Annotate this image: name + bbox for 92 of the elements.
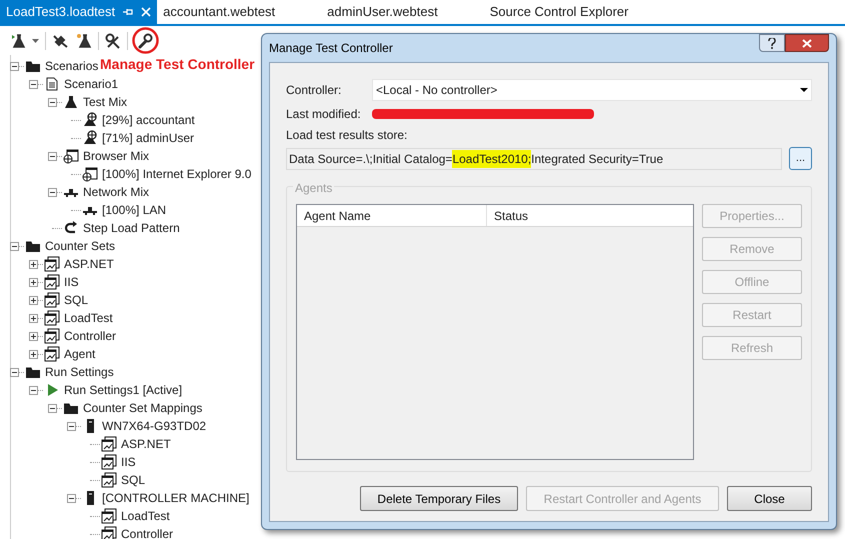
tree-item[interactable]: LoadTest bbox=[64, 309, 113, 327]
tree-item[interactable]: Scenarios bbox=[45, 57, 98, 75]
tree-item[interactable]: Run Settings1 [Active] bbox=[64, 381, 182, 399]
chart-window-icon bbox=[44, 328, 60, 344]
field-label: Last modified: bbox=[286, 106, 362, 123]
tree-item[interactable]: LoadTest bbox=[121, 507, 170, 525]
browser-window-icon bbox=[63, 148, 79, 164]
help-button[interactable] bbox=[759, 34, 785, 52]
chart-window-icon bbox=[44, 274, 60, 290]
chart-window-icon bbox=[44, 310, 60, 326]
expand-toggle[interactable] bbox=[29, 260, 38, 268]
tree-item[interactable]: [100%] Internet Explorer 9.0 bbox=[102, 165, 252, 183]
chart-window-icon bbox=[101, 436, 117, 452]
controller-dropdown[interactable]: <Local - No controller> bbox=[372, 79, 812, 101]
tree-item[interactable]: Agent bbox=[64, 345, 96, 363]
collapse-toggle[interactable] bbox=[48, 152, 57, 160]
close-icon[interactable] bbox=[141, 7, 152, 17]
dialog-button[interactable]: Delete Temporary Files bbox=[360, 486, 518, 511]
browse-button[interactable]: ... bbox=[789, 147, 812, 170]
close-button[interactable] bbox=[785, 34, 829, 52]
collapse-toggle[interactable] bbox=[48, 404, 57, 412]
tree-item[interactable]: Controller bbox=[64, 327, 116, 345]
tree-item[interactable]: Network Mix bbox=[83, 183, 150, 201]
dialog-button[interactable]: Close bbox=[727, 486, 812, 511]
tree-item[interactable]: Counter Set Mappings bbox=[83, 399, 202, 417]
pin-icon[interactable] bbox=[123, 8, 134, 16]
dropdown-caret-icon bbox=[800, 88, 808, 92]
chart-window-icon bbox=[44, 256, 60, 272]
help-icon bbox=[768, 38, 776, 48]
dialog-title: Manage Test Controller bbox=[269, 40, 393, 57]
results-store-field[interactable]: Data Source=.\;Initial Catalog=LoadTest2010;Integrated Security=True bbox=[286, 148, 782, 170]
flask-run-icon[interactable] bbox=[10, 32, 26, 48]
tree-item[interactable]: WN7X64-G93TD02 bbox=[102, 417, 206, 435]
tree-item[interactable]: SQL bbox=[121, 471, 146, 489]
expand-toggle[interactable] bbox=[29, 314, 38, 322]
collapse-toggle[interactable] bbox=[10, 368, 19, 376]
chart-window-icon bbox=[44, 346, 60, 362]
chart-window-icon bbox=[101, 526, 117, 539]
collapse-toggle[interactable] bbox=[67, 494, 76, 502]
flask-icon bbox=[63, 94, 79, 110]
tree-item[interactable]: Counter Sets bbox=[45, 237, 116, 255]
tree-item[interactable]: IIS bbox=[64, 273, 79, 291]
tree-item[interactable]: [29%] accountant bbox=[102, 111, 195, 129]
expand-toggle[interactable] bbox=[29, 278, 38, 286]
annotation-circle bbox=[132, 26, 159, 54]
tree-item[interactable]: Controller bbox=[121, 525, 174, 539]
document-tab[interactable]: LoadTest3.loadtest bbox=[0, 0, 158, 24]
tree-item[interactable]: Browser Mix bbox=[83, 147, 150, 165]
tree-item[interactable]: ASP.NET bbox=[121, 435, 171, 453]
column-header[interactable]: Agent Name bbox=[297, 205, 487, 226]
dropdown-caret-icon[interactable] bbox=[32, 38, 39, 42]
expand-toggle[interactable] bbox=[29, 296, 38, 304]
tree-item[interactable]: Step Load Pattern bbox=[83, 219, 180, 237]
tool-icon[interactable] bbox=[105, 32, 121, 48]
chart-window-icon bbox=[101, 454, 117, 470]
collapse-toggle[interactable] bbox=[29, 80, 38, 88]
document-tab[interactable]: accountant.webtest bbox=[157, 0, 282, 24]
chart-window-icon bbox=[101, 472, 117, 488]
tree-item[interactable]: ASP.NET bbox=[64, 255, 114, 273]
tree-item[interactable]: [100%] LAN bbox=[102, 201, 166, 219]
globe-test-icon bbox=[82, 112, 98, 128]
tool-icon[interactable] bbox=[52, 32, 70, 48]
field-label: Controller: bbox=[286, 82, 342, 99]
tree-item[interactable]: Test Mix bbox=[83, 93, 128, 111]
close-icon bbox=[802, 38, 812, 48]
tree-item[interactable]: Run Settings bbox=[45, 363, 114, 381]
expand-toggle[interactable] bbox=[29, 332, 38, 340]
curved-arrow-icon bbox=[63, 220, 79, 236]
annotation-text: Manage Test Controller bbox=[100, 55, 255, 74]
tree-item[interactable]: [CONTROLLER MACHINE] bbox=[102, 489, 250, 507]
browser-window-icon bbox=[82, 166, 98, 182]
chart-window-icon bbox=[101, 508, 117, 524]
collapse-toggle[interactable] bbox=[48, 98, 57, 106]
tree-item[interactable]: SQL bbox=[64, 291, 88, 309]
collapse-toggle[interactable] bbox=[29, 386, 38, 394]
collapse-toggle[interactable] bbox=[67, 422, 76, 430]
wrench-icon[interactable] bbox=[137, 32, 153, 48]
tree-item[interactable]: [71%] adminUser bbox=[102, 129, 194, 147]
document-tab[interactable]: Source Control Explorer bbox=[484, 0, 634, 24]
column-header[interactable]: Status bbox=[487, 205, 693, 226]
globe-test-icon bbox=[82, 130, 98, 146]
document-icon bbox=[44, 76, 60, 92]
collapse-toggle[interactable] bbox=[10, 62, 19, 70]
flask-icon[interactable] bbox=[76, 32, 92, 48]
expand-toggle[interactable] bbox=[29, 350, 38, 358]
collapse-toggle[interactable] bbox=[48, 188, 57, 196]
document-tab[interactable]: adminUser.webtest bbox=[321, 0, 444, 24]
tree-item[interactable]: IIS bbox=[121, 453, 136, 471]
tree-item[interactable]: Scenario1 bbox=[64, 75, 118, 93]
field-label: Load test results store: bbox=[286, 127, 408, 144]
chart-window-icon bbox=[44, 292, 60, 308]
collapse-toggle[interactable] bbox=[10, 242, 19, 250]
